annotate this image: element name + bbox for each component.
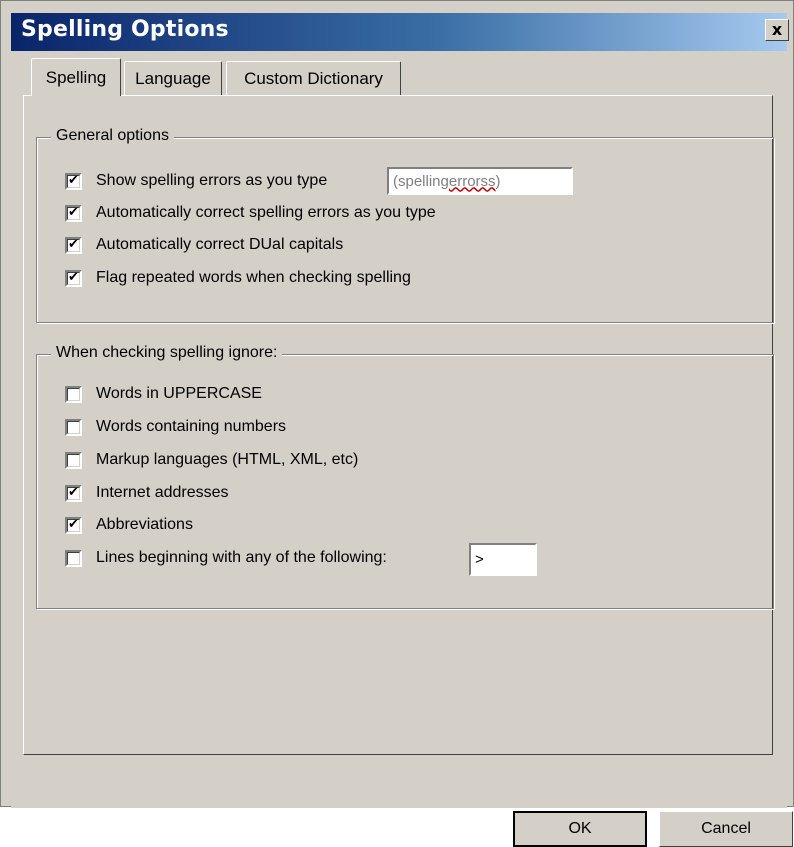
tab-custom-dictionary[interactable]: Custom Dictionary xyxy=(226,61,401,95)
spelling-errors-sample: (spelling errorss) xyxy=(387,167,573,195)
general-option-4[interactable]: Flag repeated words when checking spelli… xyxy=(65,267,411,289)
general-option-3[interactable]: Automatically correct DUal capitals xyxy=(65,234,343,256)
checkbox-checked[interactable] xyxy=(65,204,82,222)
line-prefix-value: > xyxy=(475,551,484,568)
sample-misspelled-word: errorss xyxy=(448,172,496,190)
checkbox-unchecked[interactable] xyxy=(65,451,82,469)
tab-language-label: Language xyxy=(135,68,211,88)
close-icon: x xyxy=(771,20,783,39)
ignore-option-label: Words in UPPERCASE xyxy=(96,385,262,402)
checkbox-checked[interactable] xyxy=(65,172,82,190)
ignore-option-4[interactable]: Internet addresses xyxy=(65,482,229,504)
ignore-option-5[interactable]: Abbreviations xyxy=(65,514,193,536)
cancel-button[interactable]: Cancel xyxy=(659,811,793,847)
tab-language[interactable]: Language xyxy=(124,61,222,95)
checkbox-unchecked[interactable] xyxy=(65,385,82,403)
tab-spelling-label: Spelling xyxy=(45,67,107,87)
ignore-option-label: Internet addresses xyxy=(96,484,229,501)
ok-button[interactable]: OK xyxy=(513,811,647,847)
close-button[interactable]: x xyxy=(765,19,789,41)
general-option-label: Show spelling errors as you type xyxy=(96,172,328,189)
line-prefix-input[interactable]: > xyxy=(469,543,537,576)
ignore-option-3[interactable]: Markup languages (HTML, XML, etc) xyxy=(65,449,358,471)
general-options-title: General options xyxy=(51,127,174,145)
cancel-button-label: Cancel xyxy=(701,820,751,837)
general-option-label: Automatically correct spelling errors as… xyxy=(96,204,436,221)
general-option-label: Flag repeated words when checking spelli… xyxy=(96,269,411,286)
ignore-option-1[interactable]: Words in UPPERCASE xyxy=(65,383,262,405)
ignore-option-label: Markup languages (HTML, XML, etc) xyxy=(96,451,359,468)
ignore-option-label: Words containing numbers xyxy=(96,418,287,435)
dialog-body: Spelling Language Custom Dictionary Gene… xyxy=(11,51,793,847)
title-bar[interactable]: Spelling Options x xyxy=(11,13,789,51)
sample-prefix: (spelling xyxy=(393,172,449,190)
checkbox-unchecked[interactable] xyxy=(65,549,82,567)
ignore-option-2[interactable]: Words containing numbers xyxy=(65,416,286,438)
checkbox-checked[interactable] xyxy=(65,516,82,534)
spelling-options-dialog: Spelling Options x Spelling Language Cus… xyxy=(0,0,794,847)
tab-custom-dictionary-label: Custom Dictionary xyxy=(244,68,383,88)
ignore-options-group: When checking spelling ignore: Words in … xyxy=(36,344,774,609)
ok-button-label: OK xyxy=(568,820,592,837)
general-option-1[interactable]: Show spelling errors as you type xyxy=(65,170,327,192)
general-options-group: General options Show spelling errors as … xyxy=(36,127,774,323)
general-option-2[interactable]: Automatically correct spelling errors as… xyxy=(65,202,436,224)
checkbox-unchecked[interactable] xyxy=(65,418,82,436)
checkbox-checked[interactable] xyxy=(65,484,82,502)
dialog-title: Spelling Options xyxy=(21,17,229,42)
general-option-label: Automatically correct DUal capitals xyxy=(96,236,344,253)
tab-spelling[interactable]: Spelling xyxy=(31,58,121,96)
checkbox-checked[interactable] xyxy=(65,236,82,254)
ignore-option-6[interactable]: Lines beginning with any of the followin… xyxy=(65,547,387,569)
ignore-option-label: Lines beginning with any of the followin… xyxy=(96,549,387,566)
checkbox-checked[interactable] xyxy=(65,269,82,287)
sample-suffix: ) xyxy=(495,172,501,190)
ignore-options-title: When checking spelling ignore: xyxy=(51,344,283,362)
ignore-option-label: Abbreviations xyxy=(96,516,193,533)
